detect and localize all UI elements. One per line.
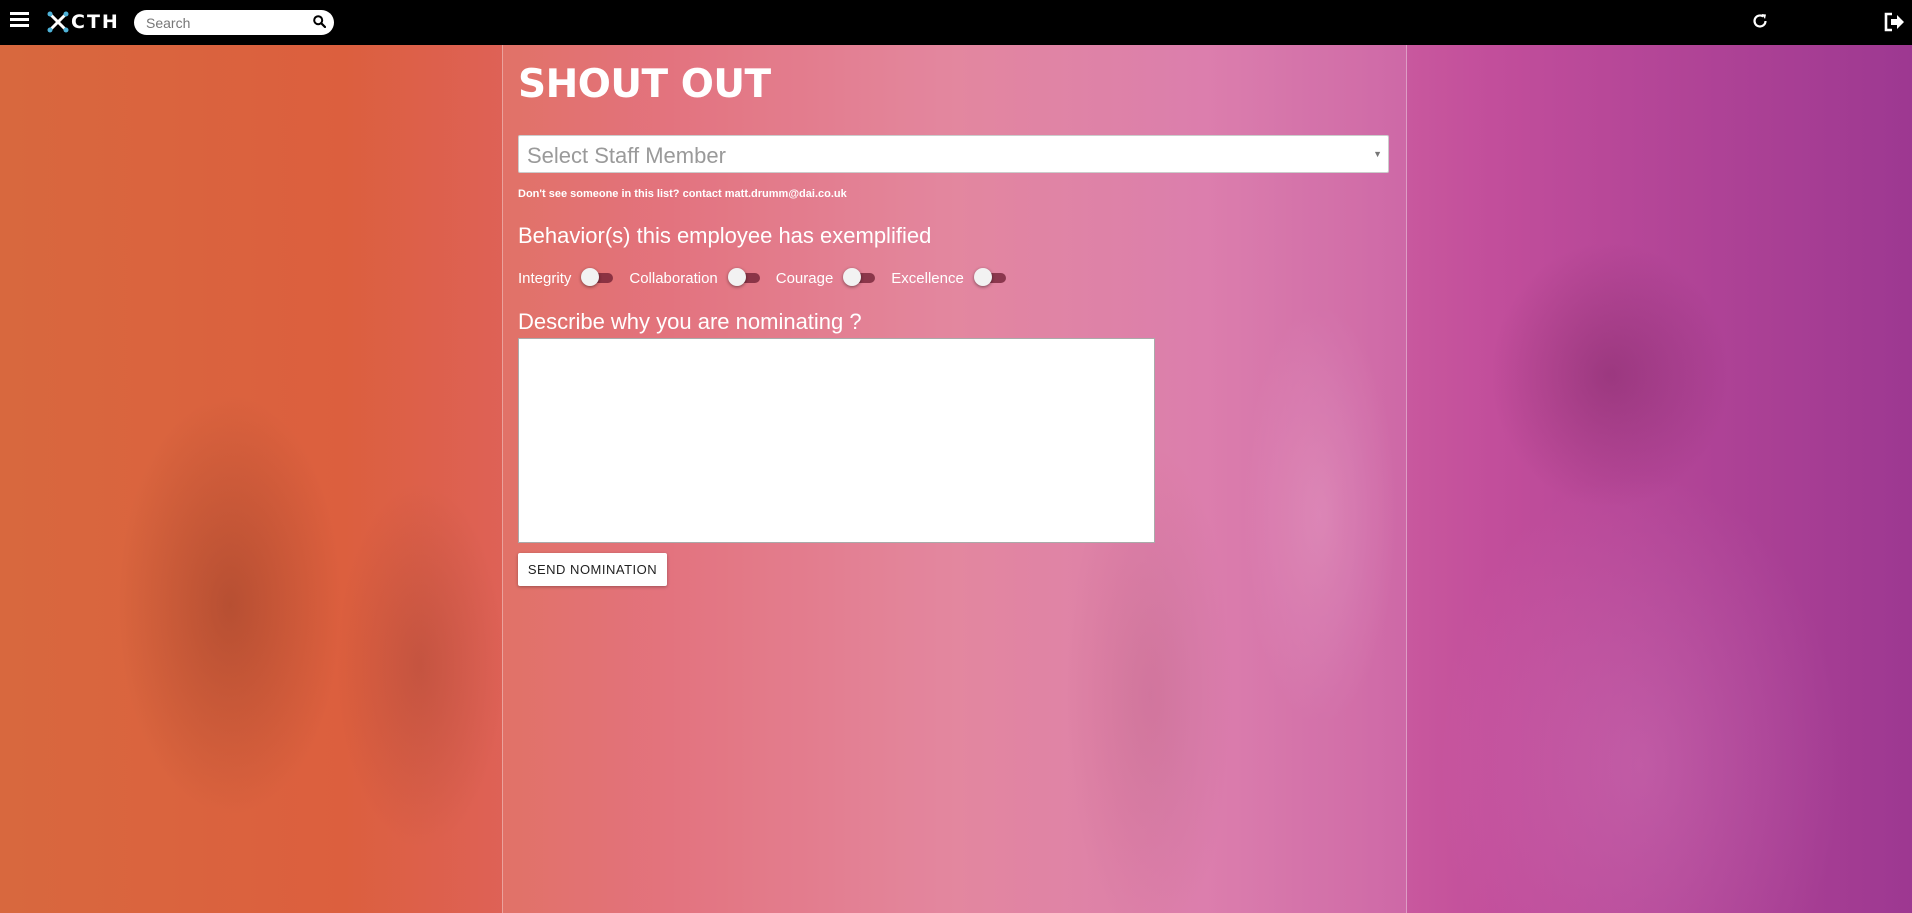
logo[interactable]: CTH [47, 8, 120, 36]
menu-icon[interactable] [10, 12, 29, 32]
behavior-label-excellence: Excellence [891, 269, 964, 287]
page-title: SHOUT OUT [518, 62, 771, 107]
top-bar: CTH [0, 0, 1912, 45]
staff-member-select[interactable]: Select Staff Member ▼ [518, 135, 1389, 173]
chevron-down-icon: ▼ [1373, 149, 1382, 159]
behaviors-heading: Behavior(s) this employee has exemplifie… [518, 223, 932, 248]
behavior-label-collaboration: Collaboration [629, 269, 718, 287]
behaviors-toggles: Integrity Collaboration Courage Excellen… [518, 266, 1022, 290]
contact-hint: Don't see someone in this list? contact … [518, 188, 847, 200]
toggle-courage[interactable] [843, 268, 877, 286]
search-input[interactable] [134, 10, 306, 35]
refresh-icon[interactable] [1751, 12, 1769, 30]
logo-icon [47, 11, 69, 33]
search-icon[interactable] [313, 15, 326, 28]
behavior-label-courage: Courage [775, 269, 834, 287]
logout-icon[interactable] [1883, 11, 1905, 33]
staff-select-placeholder: Select Staff Member [527, 143, 726, 168]
behavior-label-integrity: Integrity [518, 269, 572, 287]
reason-textarea[interactable] [518, 338, 1155, 543]
reason-heading: Describe why you are nominating ? [518, 309, 862, 334]
toggle-collaboration[interactable] [727, 268, 762, 286]
toggle-excellence[interactable] [973, 268, 1008, 286]
logo-text: CTH [71, 11, 120, 33]
send-nomination-button[interactable]: SEND NOMINATION [518, 553, 667, 586]
toggle-integrity[interactable] [581, 268, 615, 286]
search-box [134, 10, 334, 35]
